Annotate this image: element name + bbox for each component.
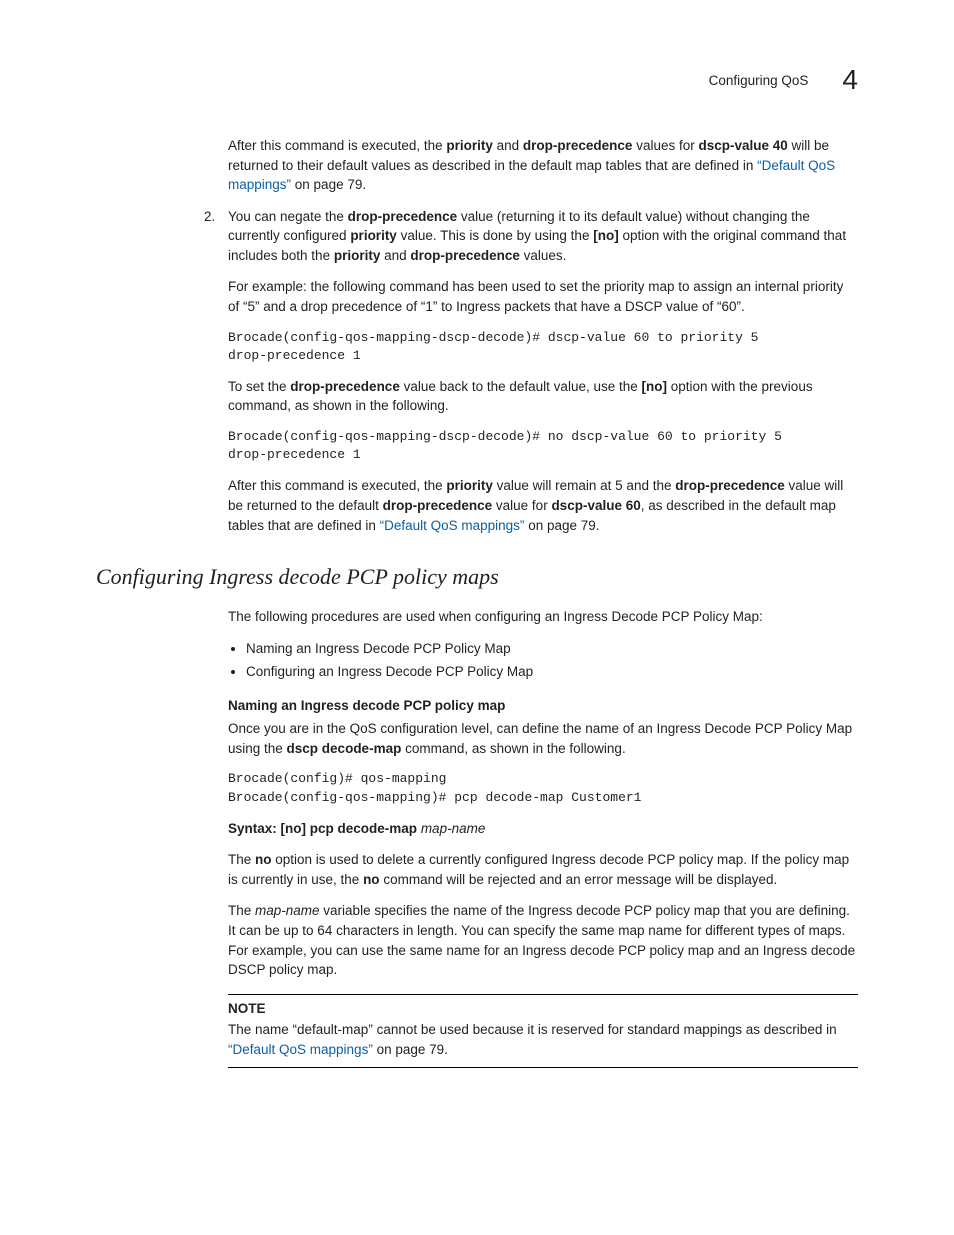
- note-body: The name “default-map” cannot be used be…: [228, 1020, 858, 1059]
- divider: [228, 1067, 858, 1068]
- code-block: Brocade(config-qos-mapping-dscp-decode)#…: [228, 329, 858, 365]
- para: Once you are in the QoS configuration le…: [228, 719, 858, 758]
- syntax-line: Syntax: [no] pcp decode-map map-name: [228, 819, 858, 839]
- running-header: Configuring QoS: [709, 71, 809, 91]
- para: The following procedures are used when c…: [228, 607, 858, 627]
- code-block: Brocade(config)# qos-mapping Brocade(con…: [228, 770, 858, 806]
- para: To set the drop-precedence value back to…: [228, 377, 858, 416]
- para: The no option is used to delete a curren…: [228, 850, 858, 889]
- para: After this command is executed, the prio…: [228, 136, 858, 195]
- link-default-qos-3[interactable]: “Default QoS mappings”: [228, 1042, 373, 1057]
- para: The map-name variable specifies the name…: [228, 901, 858, 979]
- note-heading: NOTE: [228, 999, 858, 1019]
- list-item-2: 2. You can negate the drop-precedence va…: [204, 207, 858, 535]
- code-block: Brocade(config-qos-mapping-dscp-decode)#…: [228, 428, 858, 464]
- section-heading: Configuring Ingress decode PCP policy ma…: [96, 561, 858, 593]
- list-item: Configuring an Ingress Decode PCP Policy…: [246, 662, 858, 682]
- list-item: Naming an Ingress Decode PCP Policy Map: [246, 639, 858, 659]
- subheading: Naming an Ingress decode PCP policy map: [228, 696, 858, 716]
- para: You can negate the drop-precedence value…: [228, 207, 858, 266]
- para: After this command is executed, the prio…: [228, 476, 858, 535]
- divider: [228, 994, 858, 995]
- chapter-number: 4: [842, 60, 858, 101]
- bullet-list: Naming an Ingress Decode PCP Policy Map …: [228, 639, 858, 682]
- para: For example: the following command has b…: [228, 277, 858, 316]
- link-default-qos-2[interactable]: “Default QoS mappings”: [380, 518, 525, 533]
